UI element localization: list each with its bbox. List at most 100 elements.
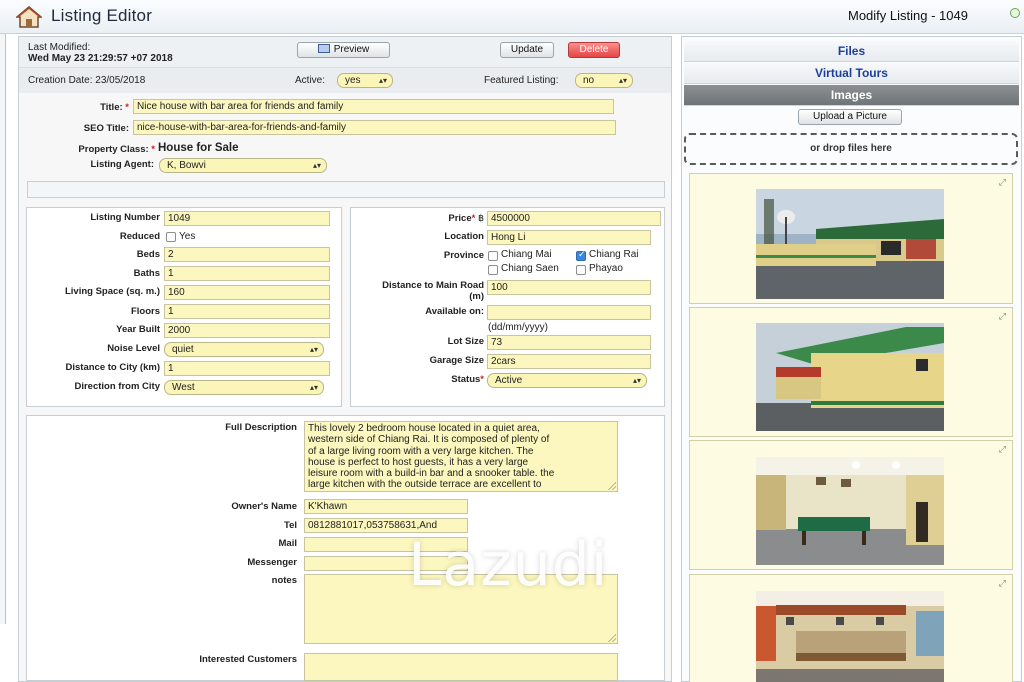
upload-picture-button[interactable]: Upload a Picture [798,109,902,125]
bar-area-photo [756,591,944,682]
listing-editor-panel: Last Modified: Wed May 23 21:29:57 +07 2… [18,36,672,682]
active-select-value: yes [345,75,361,86]
direction-label: Direction from City [74,381,160,392]
snooker-room-photo [756,457,944,565]
messenger-input[interactable] [304,556,468,571]
select-arrows-icon: ▴▾ [309,383,318,392]
seo-title-label: SEO Title: [83,123,129,134]
living-space-label: Living Space (sq. m.) [64,286,160,297]
living-space-input[interactable]: 160 [164,285,330,300]
reduced-checkbox[interactable] [166,232,176,242]
mail-input[interactable] [304,537,468,552]
virtual-tours-tab[interactable]: Virtual Tours [684,63,1019,84]
garage-size-input[interactable]: 2cars [487,354,651,369]
beds-label: Beds [136,249,160,260]
image-thumbnail[interactable]: ⤢ [689,307,1013,437]
province-checkbox-chiang-saen[interactable] [488,265,498,275]
province-checkbox-phayao[interactable] [576,265,586,275]
expand-icon[interactable]: ⤢ [999,578,1006,589]
noise-level-select[interactable]: quiet ▴▾ [164,342,324,357]
image-thumbnail[interactable]: ⤢ [689,173,1013,304]
province-chiang-saen: Chiang Saen [501,263,559,274]
floors-label: Floors [130,306,160,317]
title-input[interactable]: Nice house with bar area for friends and… [133,99,614,114]
preview-icon [317,44,330,53]
price-input[interactable]: 4500000 [487,211,661,226]
expand-icon[interactable]: ⤢ [999,444,1006,455]
messenger-label: Messenger [247,557,297,568]
left-panel-edge [0,34,6,624]
home-icon[interactable] [16,6,42,28]
update-button[interactable]: Update [500,42,554,58]
featured-select-value: no [583,75,595,86]
full-description-textarea[interactable]: This lovely 2 bedroom house located in a… [304,421,618,492]
beds-input[interactable]: 2 [164,247,330,262]
select-arrows-icon: ▴▾ [632,376,641,385]
location-input[interactable]: Hong Li [487,230,651,245]
year-built-label: Year Built [116,324,160,335]
preview-button-label: Preview [333,44,370,55]
reduced-option: Yes [179,231,196,242]
modify-listing-title: Modify Listing - 1049 [848,8,968,23]
distance-road-unit: (m) [469,291,484,302]
property-class-value: House for Sale [158,142,239,154]
notes-label: notes [271,575,297,586]
direction-select[interactable]: West ▴▾ [164,380,324,395]
noise-level-value: quiet [172,344,194,355]
noise-level-label: Noise Level [107,343,160,354]
expand-icon[interactable]: ⤢ [999,311,1006,322]
floors-input[interactable]: 1 [164,304,330,319]
lot-size-label: Lot Size [447,336,484,347]
resize-grip-icon[interactable] [608,634,616,642]
location-label: Location [444,231,484,242]
tel-input[interactable]: 0812881017,053758631,And [304,518,468,533]
resize-grip-icon[interactable] [608,482,616,490]
reduced-label: Reduced [119,231,160,242]
header-status-row: Creation Date: 23/05/2018 Active: yes ▴▾ … [19,67,671,93]
distance-city-label: Distance to City (km) [65,362,161,373]
province-label: Province [443,250,484,261]
province-checkbox-chiang-mai[interactable] [488,251,498,261]
seo-title-input[interactable]: nice-house-with-bar-area-for-friends-and… [133,120,616,135]
listing-agent-value: K, Bowvi [167,160,206,171]
available-input[interactable] [487,305,651,320]
interested-customers-textarea[interactable] [304,653,618,681]
delete-button[interactable]: Delete [568,42,620,58]
image-thumbnail[interactable]: ⤢ [689,440,1013,570]
price-label: Price* ฿ [448,213,484,224]
description-box: Full Description This lovely 2 bedroom h… [26,415,665,681]
listing-number-input[interactable]: 1049 [164,211,330,226]
direction-value: West [172,382,195,393]
select-arrows-icon: ▴▾ [618,76,627,85]
active-label: Active: [295,75,326,86]
owner-name-label: Owner's Name [231,501,297,512]
drop-zone[interactable]: or drop files here [684,133,1018,165]
files-tab[interactable]: Files [684,41,1019,62]
last-modified-value: Wed May 23 21:29:57 +07 2018 [28,53,173,64]
baths-input[interactable]: 1 [164,266,330,281]
status-select[interactable]: Active ▴▾ [487,373,647,388]
lot-size-input[interactable]: 73 [487,335,651,350]
active-select[interactable]: yes ▴▾ [337,73,393,88]
listing-agent-select[interactable]: K, Bowvi ▴▾ [159,158,327,173]
images-tab[interactable]: Images [684,85,1019,106]
expand-icon[interactable]: ⤢ [999,177,1006,188]
province-chiang-mai: Chiang Mai [501,249,552,260]
year-built-input[interactable]: 2000 [164,323,330,338]
preview-button[interactable]: Preview [297,42,390,58]
garage-size-label: Garage Size [429,355,484,366]
empty-bar [27,181,665,198]
distance-road-input[interactable]: 100 [487,280,651,295]
status-value: Active [495,375,523,386]
notes-textarea[interactable] [304,574,618,644]
province-checkbox-chiang-rai[interactable] [576,249,586,261]
select-arrows-icon: ▴▾ [309,345,318,354]
listing-number-label: Listing Number [90,212,160,223]
owner-name-input[interactable]: K'Khawn [304,499,468,514]
distance-city-input[interactable]: 1 [164,361,330,376]
distance-road-label: Distance to Main Road [382,280,484,291]
media-sidebar: Files Virtual Tours Images Upload a Pict… [681,36,1022,682]
image-thumbnail[interactable]: ⤢ [689,574,1013,682]
featured-select[interactable]: no ▴▾ [575,73,633,88]
status-label: Status* [451,374,484,385]
